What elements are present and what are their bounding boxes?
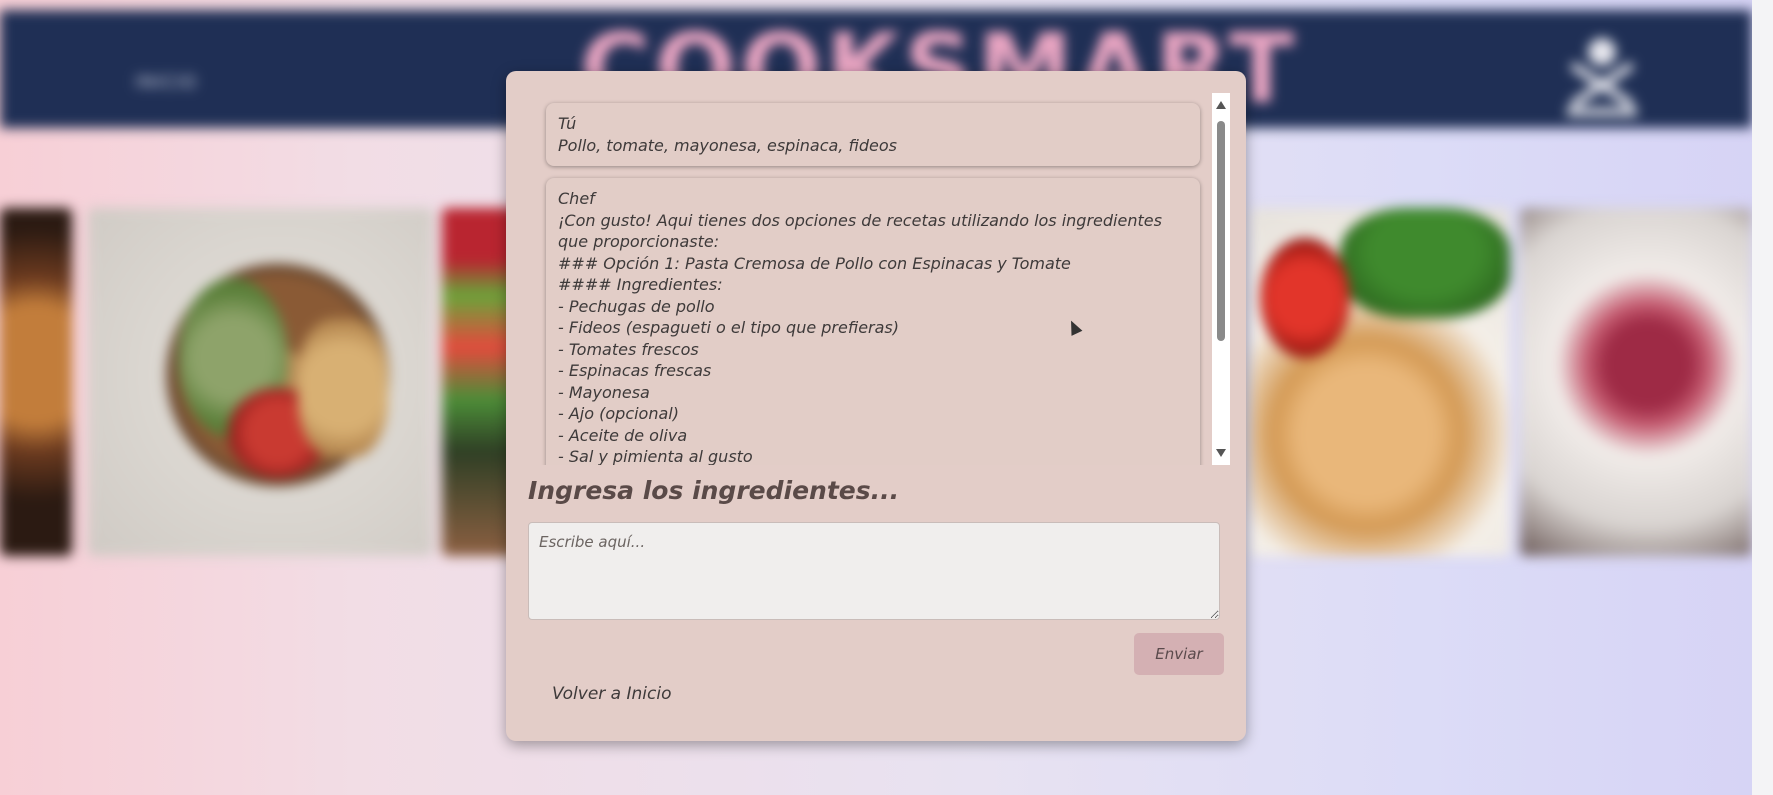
message-line: - Sal y pimienta al gusto — [558, 447, 753, 465]
window-right-edge — [1752, 0, 1773, 795]
message-sender: Tú — [558, 114, 577, 133]
message-line: - Fideos (espagueti o el tipo que prefie… — [558, 318, 899, 337]
chat-modal: Tú Pollo, tomate, mayonesa, espinaca, fi… — [506, 71, 1246, 741]
message-line: #### Ingredientes: — [558, 275, 723, 294]
chat-message-user: Tú Pollo, tomate, mayonesa, espinaca, fi… — [546, 103, 1200, 166]
message-line: ¡Con gusto! Aqui tienes dos opciones de … — [558, 210, 1168, 252]
food-image-dessert — [1520, 208, 1752, 556]
message-text: Pollo, tomate, mayonesa, espinaca, fideo… — [558, 135, 897, 155]
chat-scrollbar[interactable] — [1212, 93, 1230, 465]
food-image-grilled-chicken — [1250, 208, 1510, 556]
message-line: - Ajo (opcional) — [558, 404, 679, 423]
chat-messages: Tú Pollo, tomate, mayonesa, espinaca, fi… — [546, 103, 1200, 465]
message-line: - Espinacas frescas — [558, 361, 712, 380]
message-sender: Chef — [558, 189, 595, 208]
message-line: - Tomates frescos — [558, 339, 699, 359]
send-button[interactable]: Enviar — [1134, 633, 1224, 675]
chat-history[interactable]: Tú Pollo, tomate, mayonesa, espinaca, fi… — [536, 93, 1230, 465]
chat-message-chef: Chef ¡Con gusto! Aqui tienes dos opcione… — [546, 178, 1200, 465]
message-line: - Pechugas de pollo — [558, 296, 715, 316]
nav-link-inicio[interactable]: INICIO — [135, 72, 197, 93]
ingredients-input[interactable] — [528, 522, 1220, 620]
food-image-salad-plate — [88, 208, 433, 556]
scroll-up-arrow-icon[interactable] — [1216, 101, 1226, 109]
scroll-thumb[interactable] — [1217, 121, 1225, 341]
back-to-home-link[interactable]: Volver a Inicio — [552, 684, 671, 704]
scroll-down-arrow-icon[interactable] — [1216, 449, 1226, 457]
message-line: ### Opción 1: Pasta Cremosa de Pollo con… — [558, 253, 1071, 273]
food-image-steak — [0, 208, 72, 556]
ingredients-label: Ingresa los ingredientes... — [528, 476, 900, 505]
message-line: - Aceite de oliva — [558, 425, 688, 445]
message-line: - Mayonesa — [558, 382, 650, 402]
chef-logo-icon — [1567, 38, 1637, 116]
